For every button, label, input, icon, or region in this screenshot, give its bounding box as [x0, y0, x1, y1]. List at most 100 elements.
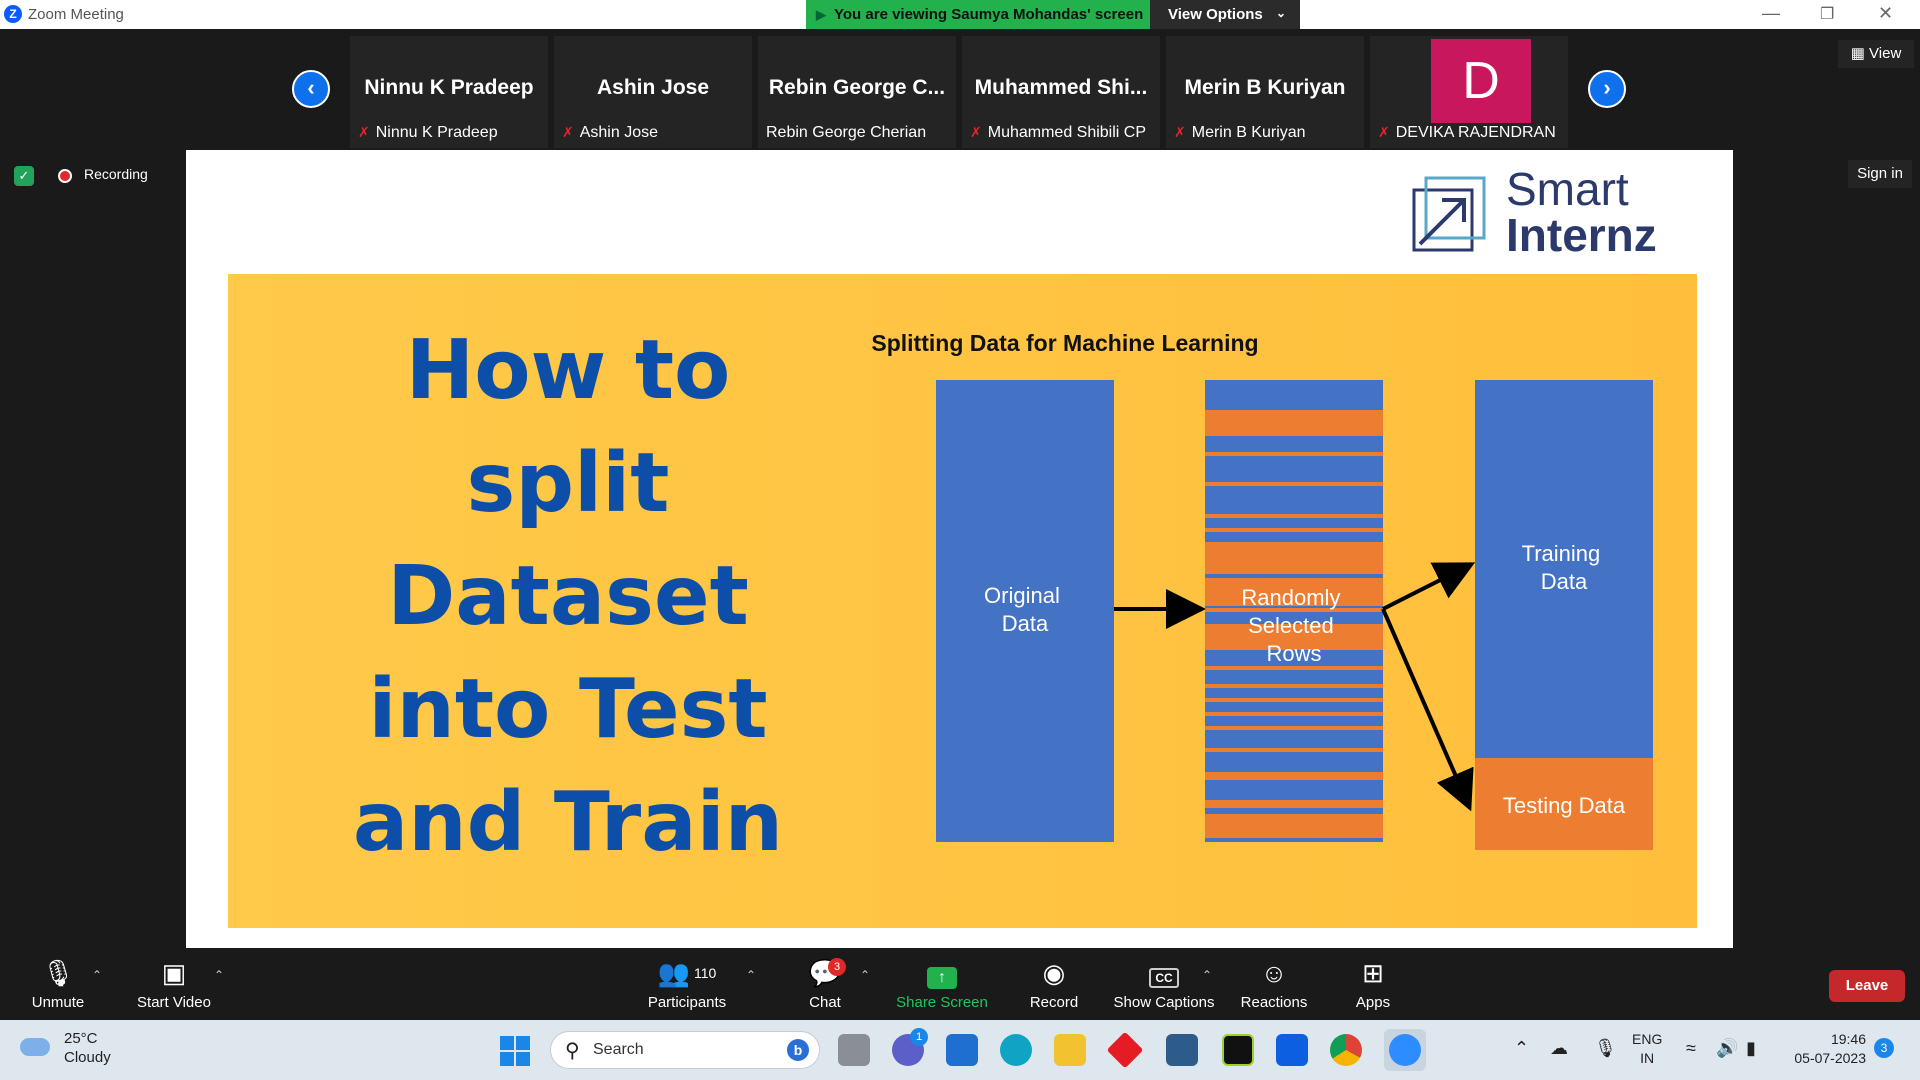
file-explorer-icon[interactable]: [1054, 1034, 1086, 1066]
volume-icon[interactable]: 🔊: [1716, 1038, 1738, 1059]
record-label: Record: [1029, 994, 1079, 1011]
chat-options-caret[interactable]: ⌃: [860, 968, 870, 982]
close-icon[interactable]: ✕: [1878, 3, 1893, 24]
participant-tile[interactable]: Rebin George C... Rebin George Cherian: [758, 36, 956, 148]
restore-icon[interactable]: ❐: [1820, 4, 1834, 24]
anydesk-icon[interactable]: [1106, 1031, 1144, 1069]
clock[interactable]: 19:46 05-07-2023: [1786, 1030, 1866, 1068]
split-diagram: Splitting Data for Machine Learning Orig…: [871, 330, 1653, 850]
region-code: IN: [1640, 1050, 1655, 1066]
random-row-stripe: [1205, 684, 1383, 688]
pycharm-icon[interactable]: [1222, 1034, 1254, 1066]
leave-button[interactable]: Leave: [1829, 970, 1905, 1002]
sql-workbench-icon[interactable]: [1166, 1034, 1198, 1066]
random-row-stripe: [1205, 726, 1383, 730]
random-row-stripe: [1205, 814, 1383, 838]
participants-icon: 👥 110: [657, 958, 717, 988]
participant-label: ✗ Muhammed Shibili CP: [970, 124, 1146, 142]
participant-label: ✗ Ashin Jose: [562, 124, 658, 142]
zoom-taskbar-button[interactable]: [1384, 1029, 1426, 1071]
language-indicator[interactable]: ENG IN: [1632, 1030, 1662, 1068]
chat-label: Chat: [809, 994, 841, 1011]
clock-time: 19:46: [1830, 1031, 1866, 1047]
view-options-label: View Options: [1168, 6, 1263, 23]
battery-icon[interactable]: ▮: [1746, 1038, 1756, 1059]
previous-participants-button[interactable]: ‹: [292, 70, 330, 108]
participant-tile[interactable]: D ✗ DEVIKA RAJENDRAN: [1370, 36, 1568, 148]
weather-temp: 25°C: [64, 1030, 98, 1047]
reactions-button[interactable]: ☺ Reactions: [1236, 956, 1312, 1011]
random-row-stripe: [1205, 482, 1383, 486]
onedrive-icon[interactable]: ☁: [1550, 1038, 1568, 1059]
share-screen-button[interactable]: ↑ Share Screen: [894, 956, 990, 1011]
apps-button[interactable]: ⊞ Apps: [1348, 956, 1398, 1011]
participant-tile-name: Ninnu K Pradeep: [364, 76, 534, 99]
participant-tile[interactable]: Ashin Jose ✗ Ashin Jose: [554, 36, 752, 148]
security-shield-icon[interactable]: ✓: [14, 166, 34, 186]
chat-badge: 3: [828, 958, 846, 976]
start-button[interactable]: [500, 1036, 530, 1066]
viewing-banner-text: You are viewing Saumya Mohandas' screen: [834, 6, 1144, 23]
participant-tile-name: Merin B Kuriyan: [1184, 76, 1346, 99]
chrome-icon[interactable]: [1330, 1034, 1362, 1066]
participant-tile[interactable]: Muhammed Shi... ✗ Muhammed Shibili CP: [962, 36, 1160, 148]
mic-muted-icon: ✗: [1174, 124, 1186, 140]
random-row-stripe: [1205, 410, 1383, 426]
participants-label: Participants: [647, 994, 727, 1011]
participants-options-caret[interactable]: ⌃: [746, 968, 756, 982]
chevron-up-icon[interactable]: ⌃: [1514, 1038, 1529, 1059]
diagram-title: Splitting Data for Machine Learning: [871, 330, 1258, 356]
arrow-to-testing: [1381, 608, 1474, 812]
mail-icon[interactable]: [946, 1034, 978, 1066]
recording-icon: [58, 169, 72, 183]
slide: How to split Dataset into Test and Train…: [228, 274, 1697, 928]
video-options-caret[interactable]: ⌃: [214, 968, 224, 982]
share-screen-icon: ↑: [894, 956, 990, 990]
audio-options-caret[interactable]: ⌃: [92, 968, 102, 982]
show-captions-label: Show Captions: [1113, 994, 1215, 1011]
unmute-button[interactable]: 🎙 Unmute: [22, 956, 94, 1011]
mic-muted-icon: ✗: [358, 124, 370, 140]
random-row-stripe: [1205, 666, 1383, 670]
random-row-stripe: [1205, 426, 1383, 436]
random-rows-line: Rows: [1266, 641, 1321, 666]
training-data-line: Training: [1522, 541, 1601, 566]
participant-label: ✗ Ninnu K Pradeep: [358, 124, 498, 142]
participant-tile[interactable]: Merin B Kuriyan ✗ Merin B Kuriyan: [1166, 36, 1364, 148]
participant-label-text: Ninnu K Pradeep: [375, 124, 498, 141]
view-button[interactable]: ▦ View: [1838, 40, 1914, 68]
start-video-button[interactable]: ▣ Start Video: [128, 956, 220, 1011]
view-options-button[interactable]: View Options ⌄: [1150, 0, 1300, 29]
participant-tile[interactable]: Ninnu K Pradeep ✗ Ninnu K Pradeep: [350, 36, 548, 148]
speaker-icon: ▶: [816, 7, 826, 22]
edge-icon[interactable]: [1000, 1034, 1032, 1066]
captions-options-caret[interactable]: ⌃: [1202, 968, 1212, 982]
start-video-label: Start Video: [137, 994, 211, 1011]
notification-badge[interactable]: 3: [1874, 1038, 1894, 1058]
wifi-icon[interactable]: ≈: [1686, 1038, 1696, 1059]
dropbox-icon[interactable]: [1276, 1034, 1308, 1066]
clock-date: 05-07-2023: [1794, 1050, 1866, 1066]
microphone-icon[interactable]: 🎙: [1594, 1038, 1617, 1059]
task-view-icon[interactable]: [838, 1034, 870, 1066]
participant-label: ✗ DEVIKA RAJENDRAN: [1378, 124, 1556, 142]
minimize-icon[interactable]: —: [1762, 3, 1780, 24]
random-row-stripe: [1205, 542, 1383, 574]
show-captions-button[interactable]: CC Show Captions: [1110, 956, 1218, 1011]
random-rows-line: Selected: [1248, 613, 1334, 638]
reactions-icon: ☺: [1260, 958, 1288, 988]
record-button[interactable]: ◉ Record: [1022, 956, 1086, 1011]
unmute-label: Unmute: [31, 994, 85, 1011]
reactions-label: Reactions: [1240, 994, 1308, 1011]
next-participants-button[interactable]: ›: [1588, 70, 1626, 108]
windows-logo-icon: [500, 1036, 514, 1050]
participants-button[interactable]: 👥 110 Participants: [638, 956, 736, 1011]
arrow-to-training: [1382, 562, 1476, 611]
sign-in-button[interactable]: Sign in: [1848, 160, 1912, 188]
zoom-logo-icon: Z: [4, 5, 22, 23]
random-row-stripe: [1205, 748, 1383, 752]
taskbar-search[interactable]: ⚲ Search b: [550, 1031, 820, 1069]
random-rows-line: Randomly: [1241, 585, 1340, 610]
teams-badge: 1: [910, 1028, 928, 1046]
view-button-label: View: [1869, 45, 1902, 62]
